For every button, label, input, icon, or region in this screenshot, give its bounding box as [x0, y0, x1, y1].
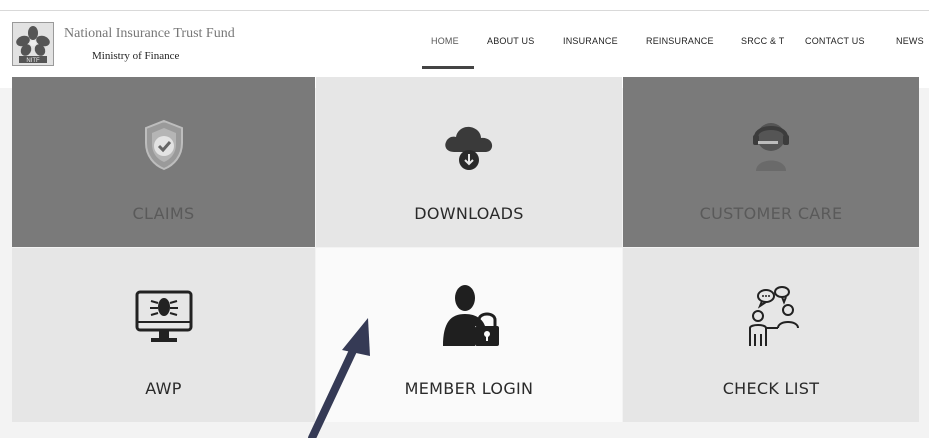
nav-item-about-us[interactable]: ABOUT US: [487, 36, 534, 46]
computer-bug-icon: [135, 290, 192, 342]
member-login-tile[interactable]: MEMBER LOGIN: [316, 248, 622, 422]
active-nav-indicator: [422, 66, 474, 69]
nav-item-home[interactable]: HOME: [431, 36, 459, 46]
awp-label: AWP: [145, 379, 182, 398]
user-lock-icon: [443, 285, 499, 346]
nav-item-reinsurance[interactable]: REINSURANCE: [646, 36, 714, 46]
customer-care-label: CUSTOMER CARE: [699, 204, 843, 223]
check-list-tile[interactable]: CHECK LIST: [623, 248, 919, 422]
member-login-label: MEMBER LOGIN: [404, 379, 534, 398]
site-header: NITF National Insurance Trust Fund Minis…: [0, 0, 929, 88]
check-list-label: CHECK LIST: [722, 379, 820, 398]
nav-item-news[interactable]: NEWS: [896, 36, 924, 46]
svg-text:NITF: NITF: [26, 58, 40, 64]
nav-item-contact-us[interactable]: CONTACT US: [805, 36, 865, 46]
nav-item-insurance[interactable]: INSURANCE: [563, 36, 618, 46]
customer-care-tile[interactable]: CUSTOMER CARE: [623, 77, 919, 247]
downloads-tile[interactable]: DOWNLOADS: [316, 77, 622, 247]
claims-tile[interactable]: CLAIMS: [12, 77, 315, 247]
headset-agent-icon: [753, 123, 789, 171]
shield-check-icon: [144, 119, 183, 171]
claims-label: CLAIMS: [132, 204, 195, 223]
downloads-label: DOWNLOADS: [414, 204, 524, 223]
awp-tile[interactable]: AWP: [12, 248, 315, 422]
cloud-download-icon: [445, 126, 493, 170]
main-navigation: HOME ABOUT US INSURANCE REINSURANCE SRCC…: [0, 36, 929, 69]
top-divider: [0, 10, 929, 11]
nav-item-srcc-t[interactable]: SRCC & T: [741, 36, 784, 46]
discussion-people-icon: [749, 286, 799, 346]
